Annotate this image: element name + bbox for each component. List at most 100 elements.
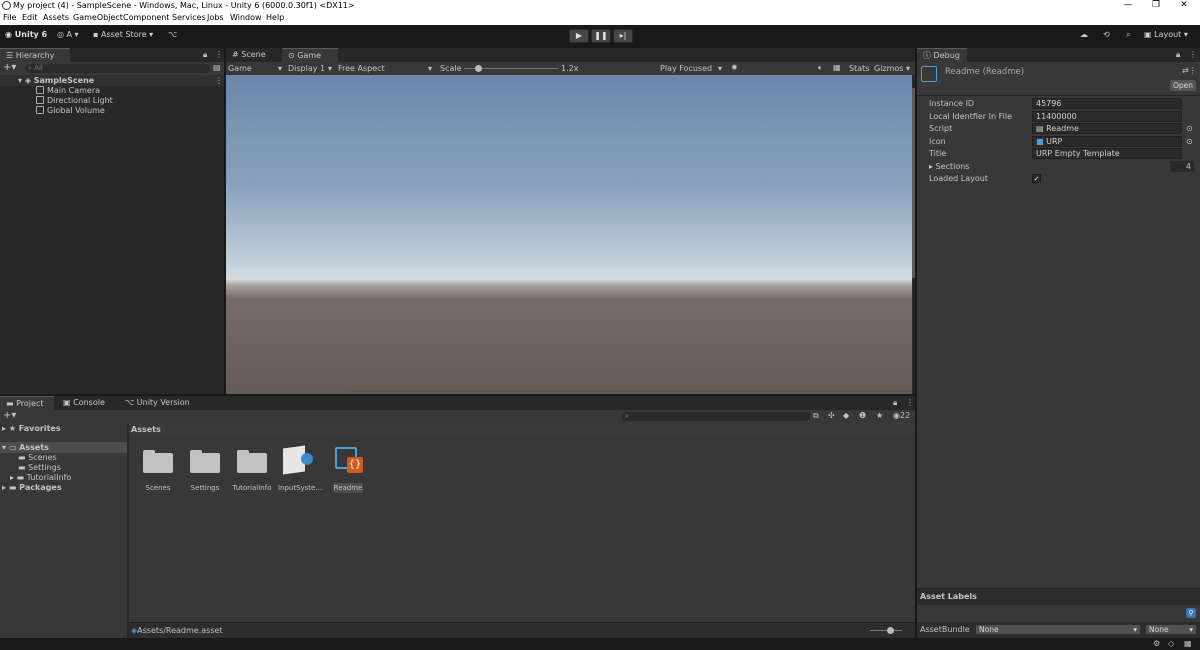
scene-menu-icon[interactable]: ⋮ xyxy=(215,76,223,85)
tab-project[interactable]: ▬ Project xyxy=(0,396,54,410)
hierarchy-item-main-camera[interactable]: Main Camera xyxy=(36,86,100,95)
asset-label-settings[interactable]: Settings xyxy=(181,484,229,492)
tab-scene[interactable]: # Scene xyxy=(226,48,282,62)
kebab-menu-icon[interactable]: ⋮ xyxy=(215,50,223,59)
lock-icon[interactable]: 🔒︎ xyxy=(203,50,207,60)
kebab-menu-icon[interactable]: ⋮ xyxy=(906,398,914,407)
layout-dropdown[interactable]: ▣ Layout ▾ xyxy=(1144,30,1188,39)
tag-icon[interactable]: ◆ xyxy=(843,411,849,420)
play-button[interactable]: ▶ xyxy=(569,29,589,43)
menu-services[interactable]: Services xyxy=(172,13,206,22)
add-icon[interactable]: +▾ xyxy=(3,62,16,73)
scene-row[interactable]: ▾ ◈ SampleScene ⋮ xyxy=(0,75,224,86)
tab-debug[interactable]: ⓘ Debug xyxy=(917,48,967,62)
project-search-input[interactable]: ⌕ xyxy=(622,412,810,421)
title-input[interactable]: URP Empty Template xyxy=(1032,148,1182,159)
menu-jobs[interactable]: Jobs xyxy=(207,13,224,22)
tree-favorites[interactable]: ▸ ★ Favorites xyxy=(2,424,61,433)
open-button[interactable]: Open xyxy=(1170,80,1196,91)
object-picker-icon[interactable]: ⊙ xyxy=(1186,124,1193,133)
stats-button[interactable]: Stats xyxy=(849,64,869,73)
instance-id-input[interactable]: 45796 xyxy=(1032,98,1182,109)
minimize-button[interactable]: — xyxy=(1118,0,1138,12)
account-button[interactable]: ◎ A ▾ xyxy=(57,30,79,39)
asset-store-button[interactable]: ▪ Asset Store ▾ xyxy=(93,30,153,39)
status-icon-c[interactable]: ▦ xyxy=(1184,639,1192,648)
search-by-label-icon[interactable]: ✣ xyxy=(828,411,835,420)
kebab-menu-icon[interactable]: ⋮ xyxy=(1189,50,1197,59)
breadcrumb[interactable]: Assets xyxy=(131,425,161,434)
icon-object-field[interactable]: ■ URP xyxy=(1032,136,1182,147)
script-object-field[interactable]: ▤ Readme xyxy=(1032,123,1182,134)
inspector-settings-icon[interactable]: ⇄⋮ xyxy=(1182,66,1197,75)
menu-file[interactable]: File xyxy=(3,13,16,22)
tree-scenes[interactable]: ▬ Scenes xyxy=(18,453,57,462)
maximize-button[interactable]: ❐ xyxy=(1146,0,1166,12)
scale-slider-thumb[interactable] xyxy=(475,65,482,72)
menu-assets[interactable]: Assets xyxy=(43,13,69,22)
game-viewport[interactable] xyxy=(226,75,912,394)
visibility-count[interactable]: ◉22 xyxy=(893,411,910,420)
object-picker-icon[interactable]: ⊙ xyxy=(1186,137,1193,146)
hierarchy-search-input[interactable]: ⌕ All xyxy=(25,64,210,73)
hierarchy-item-global-volume[interactable]: Global Volume xyxy=(36,106,105,115)
favorite-star-icon[interactable]: ★ xyxy=(876,411,883,420)
menu-gameobject[interactable]: GameObject xyxy=(73,13,123,22)
tab-hierarchy[interactable]: ☰ Hierarchy xyxy=(0,48,70,62)
bug-icon[interactable]: ✹ xyxy=(731,63,738,72)
filter-icon[interactable]: ▤ xyxy=(213,63,221,72)
menu-help[interactable]: Help xyxy=(266,13,284,22)
variant-dropdown[interactable]: None ▾ xyxy=(1145,624,1197,635)
label-tag-icon[interactable]: ⚲ xyxy=(1186,608,1196,618)
asset-label-inputsystem[interactable]: InputSyste... xyxy=(276,484,324,492)
display-dropdown[interactable]: Display 1 ▾ xyxy=(288,64,332,73)
cloud-icon[interactable]: ☁ xyxy=(1080,30,1088,39)
log-info-icon[interactable]: ❶ xyxy=(859,411,866,420)
status-icon-a[interactable]: ⚙ xyxy=(1153,639,1160,648)
tree-settings[interactable]: ▬ Settings xyxy=(18,463,61,472)
play-mode-dropdown[interactable]: Play Focused ▾ xyxy=(660,64,722,73)
menu-component[interactable]: Component xyxy=(123,13,169,22)
assetbundle-dropdown[interactable]: None ▾ xyxy=(975,624,1141,635)
version-control-icon[interactable]: ⌥ xyxy=(168,30,177,39)
game-horizontal-scrollbar[interactable] xyxy=(351,390,911,392)
local-identifier-input[interactable]: 11400000 xyxy=(1032,111,1182,122)
display-stats-icon[interactable]: ▦ xyxy=(833,63,841,72)
history-icon[interactable]: ⟲ xyxy=(1103,30,1110,39)
gizmos-button[interactable]: Gizmos ▾ xyxy=(874,64,910,73)
icon-size-slider-thumb[interactable] xyxy=(887,627,894,634)
folder-icon[interactable] xyxy=(235,447,267,473)
search-icon[interactable]: ⌕ xyxy=(1126,30,1130,40)
input-system-asset-icon[interactable] xyxy=(283,445,313,475)
menu-edit[interactable]: Edit xyxy=(22,13,38,22)
loaded-layout-checkbox[interactable]: ✓ xyxy=(1032,174,1041,183)
tree-packages[interactable]: ▸ ▬ Packages xyxy=(2,483,62,492)
tree-tutorialinfo[interactable]: ▸ ▬ TutorialInfo xyxy=(10,473,71,482)
close-button[interactable]: ✕ xyxy=(1174,0,1194,12)
folder-icon[interactable] xyxy=(141,447,173,473)
menu-window[interactable]: Window xyxy=(230,13,262,22)
sections-count[interactable]: 4 xyxy=(1170,161,1194,172)
step-button[interactable]: ▸| xyxy=(613,29,633,43)
create-asset-icon[interactable]: +▾ xyxy=(3,410,16,421)
game-scrollbar[interactable] xyxy=(912,88,915,278)
tree-assets[interactable]: ▾ ▭ Assets xyxy=(2,443,49,452)
lock-icon[interactable]: 🔒︎ xyxy=(1176,50,1180,60)
tree-assets-selected[interactable]: ▾ ▭ Assets xyxy=(0,442,127,453)
search-by-type-icon[interactable]: ⧉ xyxy=(813,411,819,421)
unity-version-button[interactable]: ◉ Unity 6 xyxy=(5,30,47,39)
icon-size-slider-track[interactable] xyxy=(870,630,902,631)
asset-label-readme[interactable]: Readme xyxy=(324,484,372,492)
mute-icon[interactable]: 🔈︎ xyxy=(818,63,823,73)
asset-label-tutorialinfo[interactable]: TutorialInfo xyxy=(228,484,276,492)
aspect-dropdown[interactable]: Free Aspect ▾ xyxy=(338,64,436,73)
game-view-dropdown[interactable]: Game ▾ xyxy=(228,64,282,73)
field-sections[interactable]: ▸ Sections 4 xyxy=(917,161,1200,173)
lock-icon[interactable]: 🔒︎ xyxy=(893,398,897,408)
scene-item[interactable]: ▾ ◈ SampleScene xyxy=(18,76,94,85)
hierarchy-item-directional-light[interactable]: Directional Light xyxy=(36,96,113,105)
sections-foldout[interactable]: ▸ Sections xyxy=(929,162,969,171)
readme-asset-icon[interactable]: {} xyxy=(333,445,363,475)
asset-label-scenes[interactable]: Scenes xyxy=(134,484,182,492)
tab-version-control[interactable]: ⌥ Unity Version Control xyxy=(119,396,219,421)
